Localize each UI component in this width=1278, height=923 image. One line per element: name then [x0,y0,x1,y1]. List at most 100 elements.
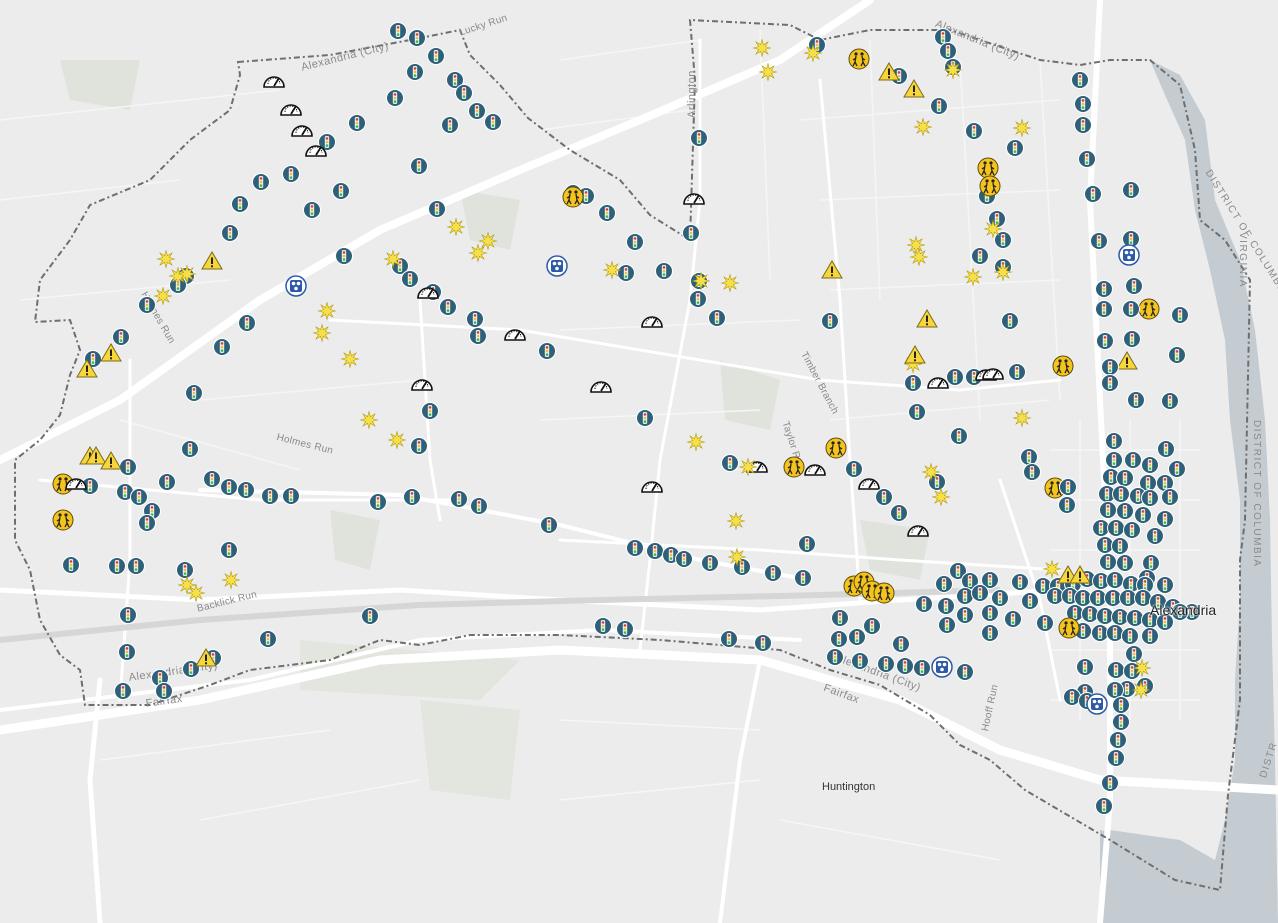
traffic-signal-icon[interactable] [1074,95,1092,113]
traffic-signal-icon[interactable] [877,655,895,673]
speedometer-icon[interactable] [641,311,663,331]
warning-triangle-icon[interactable] [100,343,122,363]
school-crossing-icon[interactable] [873,582,895,604]
traffic-signal-icon[interactable] [682,224,700,242]
traffic-signal-icon[interactable] [1058,496,1076,514]
traffic-signal-icon[interactable] [708,309,726,327]
traffic-signal-icon[interactable] [826,648,844,666]
traffic-signal-icon[interactable] [1099,501,1117,519]
traffic-signal-icon[interactable] [1112,713,1130,731]
speedometer-icon[interactable] [683,188,705,208]
speedometer-icon[interactable] [263,71,285,91]
traffic-signal-icon[interactable] [1168,346,1186,364]
traffic-signal-icon[interactable] [701,554,719,572]
traffic-signal-icon[interactable] [428,200,446,218]
traffic-signal-icon[interactable] [896,657,914,675]
traffic-signal-icon[interactable] [237,481,255,499]
school-crossing-icon[interactable] [562,186,584,208]
traffic-signal-icon[interactable] [252,173,270,191]
traffic-signal-icon[interactable] [764,564,782,582]
traffic-signal-icon[interactable] [913,659,931,677]
traffic-signal-icon[interactable] [1021,592,1039,610]
traffic-signal-icon[interactable] [1171,306,1189,324]
traffic-signal-icon[interactable] [1161,488,1179,506]
traffic-signal-icon[interactable] [1156,510,1174,528]
traffic-signal-icon[interactable] [470,497,488,515]
traffic-signal-icon[interactable] [1096,332,1114,350]
warning-triangle-icon[interactable] [916,309,938,329]
sun-burst-icon[interactable] [312,323,332,343]
sun-burst-icon[interactable] [993,262,1013,282]
school-crossing-icon[interactable] [1058,617,1080,639]
warning-triangle-icon[interactable] [100,451,122,471]
traffic-signal-icon[interactable] [798,535,816,553]
traffic-signal-icon[interactable] [956,663,974,681]
traffic-signal-icon[interactable] [1101,774,1119,792]
traffic-signal-icon[interactable] [626,539,644,557]
traffic-signal-icon[interactable] [915,595,933,613]
traffic-signal-icon[interactable] [1109,731,1127,749]
traffic-signal-icon[interactable] [1124,451,1142,469]
warning-triangle-icon[interactable] [201,251,223,271]
traffic-signal-icon[interactable] [108,557,126,575]
school-crossing-icon[interactable] [848,48,870,70]
traffic-signal-icon[interactable] [1157,440,1175,458]
sun-burst-icon[interactable] [686,432,706,452]
traffic-signal-icon[interactable] [421,402,439,420]
school-crossing-icon[interactable] [1052,355,1074,377]
sun-burst-icon[interactable] [921,462,941,482]
sun-burst-icon[interactable] [1012,408,1032,428]
traffic-signal-icon[interactable] [1084,185,1102,203]
traffic-signal-icon[interactable] [1107,749,1125,767]
traffic-signal-icon[interactable] [1008,363,1026,381]
police-station-icon[interactable] [931,656,953,678]
traffic-signal-icon[interactable] [1090,232,1108,250]
traffic-signal-icon[interactable] [1141,627,1159,645]
sun-burst-icon[interactable] [909,247,929,267]
speedometer-icon[interactable] [411,374,433,394]
traffic-signal-icon[interactable] [1141,456,1159,474]
traffic-signal-icon[interactable] [303,201,321,219]
sun-burst-icon[interactable] [359,410,379,430]
traffic-signal-icon[interactable] [971,584,989,602]
warning-triangle-icon[interactable] [1116,351,1138,371]
speedometer-icon[interactable] [65,473,87,493]
traffic-signal-icon[interactable] [221,224,239,242]
sun-burst-icon[interactable] [446,217,466,237]
traffic-signal-icon[interactable] [213,338,231,356]
traffic-signal-icon[interactable] [1123,330,1141,348]
traffic-signal-icon[interactable] [203,470,221,488]
traffic-signal-icon[interactable] [1078,150,1096,168]
traffic-signal-icon[interactable] [626,233,644,251]
traffic-signal-icon[interactable] [238,314,256,332]
traffic-signal-icon[interactable] [455,84,473,102]
traffic-signal-icon[interactable] [848,628,866,646]
sun-burst-icon[interactable] [691,271,711,291]
traffic-signal-icon[interactable] [138,514,156,532]
police-station-icon[interactable] [1118,244,1140,266]
traffic-signal-icon[interactable] [1011,573,1029,591]
school-crossing-icon[interactable] [52,509,74,531]
traffic-signal-icon[interactable] [831,609,849,627]
traffic-signal-icon[interactable] [282,487,300,505]
speedometer-icon[interactable] [907,520,929,540]
warning-triangle-icon[interactable] [903,79,925,99]
traffic-signal-icon[interactable] [181,440,199,458]
traffic-signal-icon[interactable] [981,604,999,622]
traffic-signal-icon[interactable] [1001,312,1019,330]
warning-triangle-icon[interactable] [821,260,843,280]
sun-burst-icon[interactable] [340,349,360,369]
traffic-signal-icon[interactable] [1141,489,1159,507]
traffic-signal-icon[interactable] [119,606,137,624]
traffic-signal-icon[interactable] [1121,627,1139,645]
traffic-signal-icon[interactable] [335,247,353,265]
traffic-signal-icon[interactable] [1105,432,1123,450]
school-crossing-icon[interactable] [825,437,847,459]
traffic-signal-icon[interactable] [231,195,249,213]
traffic-signal-icon[interactable] [408,29,426,47]
traffic-signal-icon[interactable] [369,493,387,511]
traffic-signal-icon[interactable] [441,116,459,134]
speedometer-icon[interactable] [504,324,526,344]
sun-burst-icon[interactable] [931,487,951,507]
traffic-signal-icon[interactable] [1116,502,1134,520]
